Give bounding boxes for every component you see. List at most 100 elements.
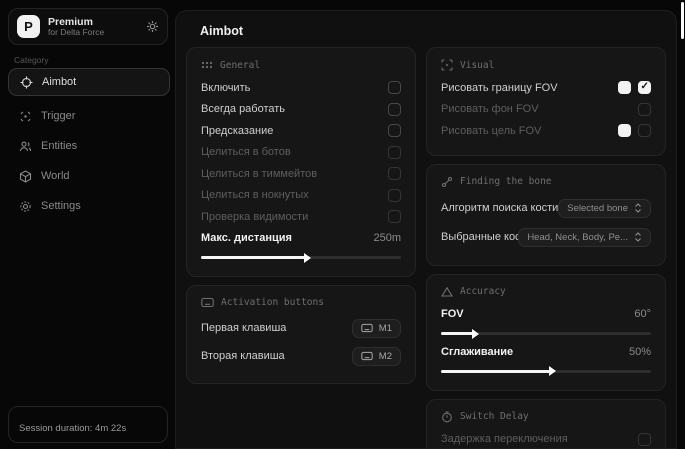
fov-slider[interactable] [441, 332, 651, 335]
sidebar-item-label: Settings [41, 200, 81, 212]
checkbox[interactable] [638, 103, 651, 116]
card-title: Switch Delay [460, 411, 529, 422]
card-title: General [220, 60, 260, 71]
sidebar-item-entities[interactable]: Entities [8, 132, 170, 160]
row-label: Включить [201, 82, 250, 94]
sidebar-item-label: World [41, 170, 70, 182]
sidebar-item-world[interactable]: World [8, 162, 170, 190]
card-title: Accuracy [460, 286, 506, 297]
row-label: Рисовать фон FOV [441, 103, 539, 115]
keyboard-icon [361, 351, 373, 361]
bone-algorithm-dropdown[interactable]: Selected bone [558, 199, 651, 218]
entities-icon [18, 140, 32, 153]
selected-bones-dropdown[interactable]: Head, Neck, Body, Pe... [518, 228, 651, 247]
dropdown-value: Head, Neck, Body, Pe... [527, 232, 628, 243]
app-logo: P [17, 15, 40, 38]
activation-buttons-card: Activation buttons Первая клавиша M1 [186, 285, 416, 384]
max-distance-value: 250m [373, 232, 401, 244]
toggle-row-target-bots: Целиться в ботов [201, 142, 401, 164]
bone-icon [441, 176, 453, 188]
trigger-icon [18, 110, 32, 123]
left-column: General Включить Всегда работать Предска… [186, 47, 416, 449]
checkbox[interactable] [638, 433, 651, 446]
checkbox[interactable] [638, 124, 651, 137]
visual-row-fov-border: Рисовать границу FOV [441, 77, 651, 99]
row-label: Предсказание [201, 125, 273, 137]
grid-icon [201, 59, 213, 71]
checkbox[interactable] [388, 103, 401, 116]
row-label: Целиться в тиммейтов [201, 168, 317, 180]
row-label: Рисовать цель FOV [441, 125, 541, 137]
sidebar-item-settings[interactable]: Settings [8, 192, 170, 220]
max-distance-label: Макс. дистанция [201, 232, 292, 244]
controls [618, 124, 651, 137]
content-columns: General Включить Всегда работать Предска… [176, 47, 676, 449]
category-label: Category [14, 55, 49, 65]
session-duration-box: Session duration: 4m 22s [8, 406, 168, 443]
color-swatch[interactable] [618, 124, 631, 137]
slider-fill [441, 370, 550, 373]
bone-algorithm-row: Алгоритм поиска кости Selected bone [441, 194, 651, 223]
toggle-row-target-teammates: Целиться в тиммейтов [201, 163, 401, 185]
visual-card: Visual Рисовать границу FOV Рисовать фон… [426, 47, 666, 156]
general-card-header: General [201, 59, 401, 71]
sidebar-item-aimbot[interactable]: Aimbot [8, 68, 170, 96]
slider-fill [441, 332, 473, 335]
primary-key-button[interactable]: M1 [352, 319, 401, 338]
toggle-row-target-knocked: Целиться в нокнутых [201, 185, 401, 207]
brand-text: Premium for Delta Force [48, 16, 138, 38]
app-subtitle: for Delta Force [48, 28, 138, 38]
toggle-row-prediction: Предсказание [201, 120, 401, 142]
key-value: M1 [379, 323, 392, 334]
checkbox[interactable] [638, 81, 651, 94]
gear-icon[interactable] [146, 20, 159, 33]
activation-card-header: Activation buttons [201, 297, 401, 308]
checkbox[interactable] [388, 167, 401, 180]
keybind-row-secondary: Вторая клавиша M2 [201, 342, 401, 370]
accuracy-card: Accuracy FOV 60° Сглаживание 50% [426, 274, 666, 391]
toggle-row-always-work: Всегда работать [201, 99, 401, 121]
sidebar-item-label: Entities [41, 140, 77, 152]
sidebar-nav: Aimbot Trigger Entities [8, 68, 170, 222]
settings-icon [18, 200, 32, 213]
checkbox[interactable] [388, 210, 401, 223]
checkbox[interactable] [388, 81, 401, 94]
accuracy-card-header: Accuracy [441, 286, 651, 298]
fov-label: FOV [441, 308, 464, 320]
brand-card: P Premium for Delta Force [8, 8, 168, 45]
scrollbar-thumb[interactable] [681, 2, 684, 39]
checkbox[interactable] [388, 124, 401, 137]
fov-row: FOV 60° [441, 304, 651, 326]
bone-card-header: Finding the bone [441, 176, 651, 188]
visual-card-header: Visual [441, 59, 651, 71]
chevron-updown-icon [634, 232, 642, 242]
right-column: Visual Рисовать границу FOV Рисовать фон… [426, 47, 666, 449]
sidebar-item-trigger[interactable]: Trigger [8, 102, 170, 130]
checkbox[interactable] [388, 189, 401, 202]
sidebar: P Premium for Delta Force Category Aimbo… [0, 0, 175, 449]
card-title: Activation buttons [221, 297, 324, 308]
card-title: Finding the bone [460, 176, 552, 187]
checkbox[interactable] [388, 146, 401, 159]
triangle-icon [441, 286, 453, 298]
smoothing-slider[interactable] [441, 370, 651, 373]
max-distance-row: Макс. дистанция 250m [201, 228, 401, 250]
world-icon [18, 170, 32, 183]
toggle-row-enable: Включить [201, 77, 401, 99]
sidebar-item-label: Aimbot [42, 76, 76, 88]
color-swatch[interactable] [618, 81, 631, 94]
keyboard-icon [201, 297, 214, 308]
max-distance-slider[interactable] [201, 256, 401, 259]
smoothing-value: 50% [629, 346, 651, 358]
card-title: Visual [460, 60, 494, 71]
fov-value: 60° [634, 308, 651, 320]
smoothing-label: Сглаживание [441, 346, 513, 358]
main-panel: Aimbot General Включить [175, 10, 677, 449]
session-duration-text: Session duration: 4m 22s [19, 423, 126, 434]
keybind-row-primary: Первая клавиша M1 [201, 314, 401, 342]
general-card: General Включить Всегда работать Предска… [186, 47, 416, 277]
frame-icon [441, 59, 453, 71]
controls [618, 81, 651, 94]
keyboard-icon [361, 323, 373, 333]
secondary-key-button[interactable]: M2 [352, 347, 401, 366]
